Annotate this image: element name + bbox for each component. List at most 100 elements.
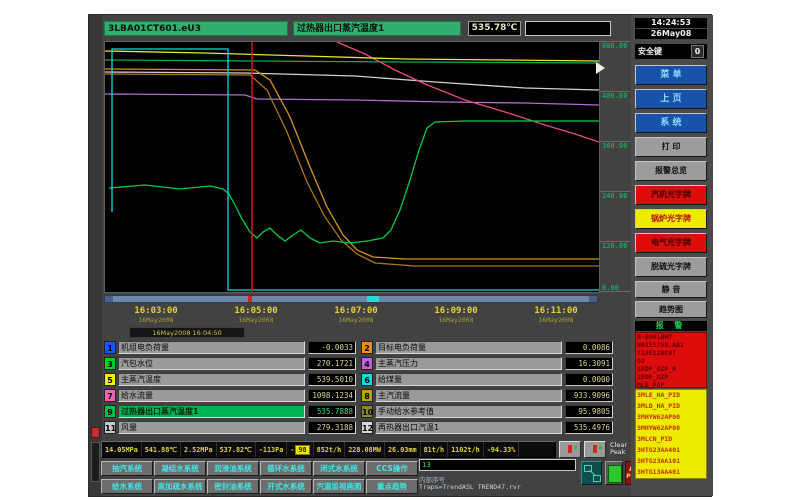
pen-value: 535.7888 (308, 405, 356, 418)
x-tick: 16:05:0016May2008 (211, 306, 301, 324)
status-value: 852t/h (314, 442, 346, 457)
left-red-indicator (91, 427, 100, 438)
indicator-red-bar (593, 445, 597, 453)
selected-pen-name-field[interactable]: 过热器出口蒸汽温度1 (293, 21, 461, 36)
legend-row-pen-6[interactable]: 6给煤量0.0000 (361, 373, 613, 386)
status-value: 81t/h (421, 442, 448, 457)
pen-value: 95.9805 (565, 405, 613, 418)
pen-value: 270.1721 (308, 357, 356, 370)
trend-line-feedwater-a (105, 69, 599, 259)
sidebar-button-4[interactable]: 打 印 (635, 137, 707, 157)
menu-button-5[interactable]: 汽温监视画面 (313, 479, 365, 494)
sidebar-button-9[interactable]: 脱硫光字牌 (635, 257, 707, 277)
menu-button-1[interactable]: 给水系统 (101, 479, 153, 494)
pen-label: 目标电负荷量 (375, 341, 562, 354)
alarm-tag[interactable]: 3HTG23AA401 (636, 445, 706, 456)
pen-indicator-button-1[interactable] (559, 441, 581, 458)
command-input[interactable]: 13 (419, 459, 576, 471)
pen-indicator-button-2[interactable] (584, 441, 606, 458)
menu-button-5[interactable]: 闭式水系统 (313, 461, 365, 476)
legend-row-pen-1[interactable]: 1机组电负荷量-0.0033 (104, 341, 356, 354)
left-dark-panel (91, 442, 100, 482)
pen-color-square: 4 (361, 357, 373, 370)
menu-button-2[interactable]: 高加疏水系统 (154, 479, 206, 494)
status-bar: 14.05MPa541.88℃2.52MPa537.82℃-113Pa-9885… (101, 441, 556, 458)
alarm-tag[interactable]: 3MHYW62AP00 (636, 423, 706, 434)
sidebar-button-5[interactable]: 报警总览 (635, 161, 707, 181)
menu-button-3[interactable]: 润滑油系统 (207, 461, 259, 476)
time-scrollbar[interactable] (104, 295, 598, 303)
menu-button-2[interactable]: 凝结水系统 (154, 461, 206, 476)
menu-button-3[interactable]: 密封油系统 (207, 479, 259, 494)
alarm-tag[interactable]: MLE_PAP (636, 381, 706, 389)
status-chip: 98 (295, 445, 309, 455)
sidebar-button-8[interactable]: 电气光字牌 (635, 233, 707, 253)
network-icon (593, 475, 601, 482)
safety-key-value: 0 (691, 45, 704, 58)
pen-label: 主汽流量 (375, 389, 562, 402)
command-info-line2: Traps=TrendASL TREND47.rvr (419, 483, 521, 491)
y-tick-label: 360.00 (602, 142, 627, 150)
header-aux-box[interactable] (525, 21, 611, 36)
trend-chart[interactable] (104, 41, 600, 293)
sidebar-button-2[interactable]: 上 页 (635, 89, 707, 109)
y-tick-label: 600.00 (602, 42, 627, 50)
pen-color-square: 8 (361, 389, 373, 402)
legend-row-pen-2[interactable]: 2目标电负荷量0.0086 (361, 341, 613, 354)
legend-row-pen-7[interactable]: 7给水流量1098.1234 (104, 389, 356, 402)
sidebar-button-7[interactable]: 锅炉光字牌 (635, 209, 707, 229)
pen-color-square: 6 (361, 373, 373, 386)
alarm-tag[interactable]: B-B901BHT (636, 333, 706, 341)
legend-row-pen-12[interactable]: 12再热器出口汽温1535.4976 (361, 421, 613, 434)
alarm-tag[interactable]: 3HTG13AA401 (636, 467, 706, 478)
legend-row-pen-4[interactable]: 4主蒸汽压力16.3091 (361, 357, 613, 370)
alarm-tag[interactable]: O2 (636, 357, 706, 365)
alarm-tag[interactable]: 3MLD_HA_PID (636, 401, 706, 412)
menu-button-4[interactable]: 循环水系统 (260, 461, 312, 476)
network-icon-button[interactable] (581, 461, 602, 485)
status-value: -113Pa (256, 442, 288, 457)
alarm-tag[interactable]: 3MLCN_PID (636, 434, 706, 445)
alarm-tag[interactable]: 3MHYW62AP00 (636, 412, 706, 423)
menu-button-4[interactable]: 开式水系统 (260, 479, 312, 494)
alarm-tag[interactable]: 1EDF_GZP (636, 373, 706, 381)
sidebar-button-6[interactable]: 汽机光字牌 (635, 185, 707, 205)
screen-icon-button[interactable] (605, 461, 623, 485)
x-tick: 16:11:0016May2008 (511, 306, 601, 324)
legend-row-pen-5[interactable]: 5主蒸汽温度539.5010 (104, 373, 356, 386)
legend-row-pen-3[interactable]: 3汽包水位270.1721 (104, 357, 356, 370)
pen-color-square: 3 (104, 357, 116, 370)
legend-row-pen-10[interactable]: 10手动给水参考值95.9805 (361, 405, 613, 418)
pen-value: 0.0086 (565, 341, 613, 354)
menu-button-6[interactable]: 重点趋势 (366, 479, 418, 494)
screen-icon (608, 465, 622, 483)
x-tick-time: 16:07:00 (311, 306, 401, 316)
legend-left-column: 1机组电负荷量-0.0033 3汽包水位270.1721 5主蒸汽温度539.501… (104, 341, 356, 437)
sidebar-button-1[interactable]: 菜 单 (635, 65, 707, 85)
alarm-tag[interactable]: 1EDF_GZP_P (636, 365, 706, 373)
sidebar-button-10[interactable]: 静 音 (635, 281, 707, 298)
y-tick-label: 120.00 (602, 242, 627, 250)
pen-label: 手动给水参考值 (375, 405, 562, 418)
scrollbar-right-cap[interactable] (589, 296, 597, 302)
status-value: 228.08MW (345, 442, 385, 457)
legend-row-pen-8[interactable]: 8主汽流量933.9096 (361, 389, 613, 402)
alarm-tag[interactable]: T18E12ACHT (636, 349, 706, 357)
status-value: 1102t/h (448, 442, 484, 457)
menu-button-6[interactable]: CCS操作 (366, 461, 418, 476)
scrollbar-thumb[interactable] (367, 296, 379, 302)
alarm-tag[interactable]: 3MLE_HA_PID (636, 390, 706, 401)
sidebar-button-3[interactable]: 系 统 (635, 113, 707, 133)
legend-row-pen-9[interactable]: 9过热器出口蒸汽温度1535.7888 (104, 405, 356, 418)
clock-time: 14:24:53 (635, 18, 707, 28)
scrollbar-left-cap[interactable] (105, 296, 113, 302)
alarm-tag[interactable]: 3HTG23AA101 (636, 456, 706, 467)
alarm-tag[interactable]: N01E17SS.AB1 (636, 341, 706, 349)
sidebar-button-11[interactable]: 趋势图 (635, 301, 707, 318)
selected-tag-field[interactable]: 3LBA01CT601.eU3 (104, 21, 288, 36)
menu-button-1[interactable]: 抽汽系统 (101, 461, 153, 476)
x-tick-time: 16:09:00 (411, 306, 501, 316)
legend-row-pen-11[interactable]: 11风量279.3188 (104, 421, 356, 434)
alarm-list-red: B-B901BHTN01E17SS.AB1T18E12ACHTO21EDF_GZ… (635, 332, 707, 388)
pen-value: 535.4976 (565, 421, 613, 434)
